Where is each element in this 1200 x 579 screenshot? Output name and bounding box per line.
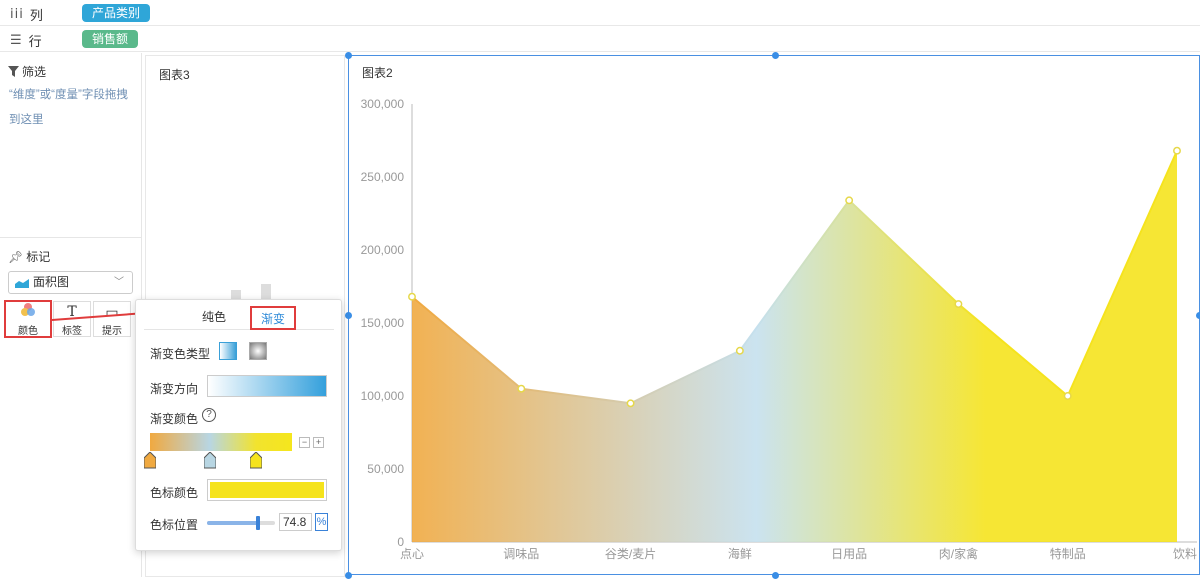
percent-unit-button[interactable]: %	[315, 513, 328, 531]
sidebar: 筛选 “维度”或“度量”字段拖拽到这里 📌︎ 标记 面积图 ﹀ 颜色 T 标签 …	[0, 53, 142, 577]
x-tick-label: 调味品	[503, 547, 539, 561]
area-chart-icon	[15, 278, 29, 288]
filter-drop-zone[interactable]: “维度”或“度量”字段拖拽到这里	[9, 83, 137, 133]
gradient-stop-marker[interactable]	[203, 451, 217, 469]
pin-icon: 📌︎	[8, 249, 24, 264]
add-stop-button[interactable]: +	[313, 437, 324, 448]
stop-color-label: 色标颜色	[150, 486, 199, 500]
filter-icon	[8, 66, 19, 77]
gradient-color-bar[interactable]	[150, 433, 292, 451]
linear-gradient-button[interactable]	[219, 342, 237, 360]
rows-shelf[interactable]: ☰ 行 销售额	[0, 26, 1200, 52]
y-tick-label: 100,000	[361, 389, 405, 403]
y-tick-label: 250,000	[361, 170, 405, 184]
stop-color-fill	[210, 482, 324, 498]
stop-position-input[interactable]: 74.8	[279, 513, 312, 531]
gradient-stop-marker[interactable]	[143, 451, 157, 469]
shelf-bar: ііі 列 产品类别 ☰ 行 销售额	[0, 0, 1200, 52]
data-point	[1063, 392, 1072, 400]
area-chart[interactable]: 图表2050,000100,000150,000200,000250,00030…	[349, 56, 1200, 576]
stop-position-label: 色标位置	[150, 518, 199, 532]
data-point	[845, 196, 854, 205]
sidebar-divider	[0, 237, 142, 238]
x-tick-label: 特制品	[1050, 546, 1086, 561]
stop-position-slider[interactable]	[207, 516, 275, 530]
rows-shelf-label: ☰ 行	[10, 33, 42, 49]
marks-header: 📌︎ 标记	[8, 249, 51, 265]
chart3-title: 图表3	[159, 68, 190, 82]
gradient-direction-select[interactable]	[207, 375, 327, 397]
data-point	[408, 292, 416, 301]
chart2-panel[interactable]: 图表2 0 50,000 100,000 150,000 200,000 250,000 30…	[348, 55, 1200, 575]
y-tick-label: 300,000	[361, 97, 405, 111]
tab-gradient[interactable]: 渐变	[250, 306, 296, 330]
label-mark-button[interactable]: T 标签	[53, 301, 91, 337]
chevron-down-icon: ﹀	[114, 277, 124, 288]
slider-thumb[interactable]	[255, 516, 260, 530]
data-point	[1173, 146, 1181, 155]
stop-color-swatch[interactable]	[207, 479, 327, 501]
slider-fill	[207, 521, 258, 525]
resize-handle[interactable]	[1196, 312, 1200, 319]
speech-bubble-icon: ▭	[105, 304, 119, 320]
columns-shelf[interactable]: ііі 列 产品类别	[0, 0, 1200, 26]
resize-handle[interactable]	[345, 52, 352, 59]
data-point	[735, 346, 744, 355]
data-point	[626, 399, 635, 408]
bar-columns-icon: ііі	[10, 7, 24, 22]
help-icon[interactable]: ?	[202, 408, 216, 422]
gradient-stop-marker[interactable]	[249, 451, 263, 469]
filter-header: 筛选	[8, 63, 46, 80]
tab-solid-color[interactable]: 纯色	[202, 306, 226, 330]
color-mode-tabs: 纯色 渐变	[144, 306, 334, 330]
resize-handle[interactable]	[345, 312, 352, 319]
chart-type-select[interactable]: 面积图 ﹀	[8, 271, 133, 294]
resize-handle[interactable]	[345, 572, 352, 579]
x-tick-label: 肉/家禽	[939, 546, 978, 561]
x-tick-label: 日用品	[831, 547, 867, 561]
chart-title: 图表2	[362, 66, 393, 80]
color-mark-button[interactable]: 颜色	[4, 300, 52, 338]
tooltip-mark-button[interactable]: ▭ 提示	[93, 301, 131, 337]
y-tick-label: 50,000	[367, 462, 404, 476]
resize-handle[interactable]	[772, 572, 779, 579]
column-field-pill[interactable]: 产品类别	[82, 4, 151, 22]
x-tick-label: 谷类/麦片	[605, 547, 656, 561]
resize-handle[interactable]	[772, 52, 779, 59]
gradient-type-label: 渐变色类型	[150, 347, 211, 361]
text-t-icon: T	[67, 304, 77, 320]
x-tick-label: 饮料	[1173, 547, 1197, 561]
data-point	[954, 300, 963, 308]
x-tick-label: 海鲜	[728, 546, 752, 561]
area-fill	[412, 150, 1177, 542]
color-palette-icon	[6, 302, 50, 322]
data-point	[517, 384, 526, 393]
y-tick-label: 150,000	[361, 316, 405, 330]
radial-gradient-button[interactable]	[249, 342, 267, 360]
color-settings-popup: 纯色 渐变 渐变色类型 渐变方向 渐变颜色 ? − + 色标颜色 色标位置 74…	[135, 299, 342, 551]
x-tick-label: 点心	[400, 547, 424, 561]
row-field-pill[interactable]: 销售额	[82, 30, 139, 48]
remove-stop-button[interactable]: −	[299, 437, 310, 448]
gradient-direction-label: 渐变方向	[150, 382, 199, 396]
columns-shelf-label: ііі 列	[10, 7, 43, 23]
list-rows-icon: ☰	[10, 33, 23, 48]
gradient-color-label: 渐变颜色	[150, 412, 199, 426]
y-tick-label: 200,000	[361, 243, 405, 257]
